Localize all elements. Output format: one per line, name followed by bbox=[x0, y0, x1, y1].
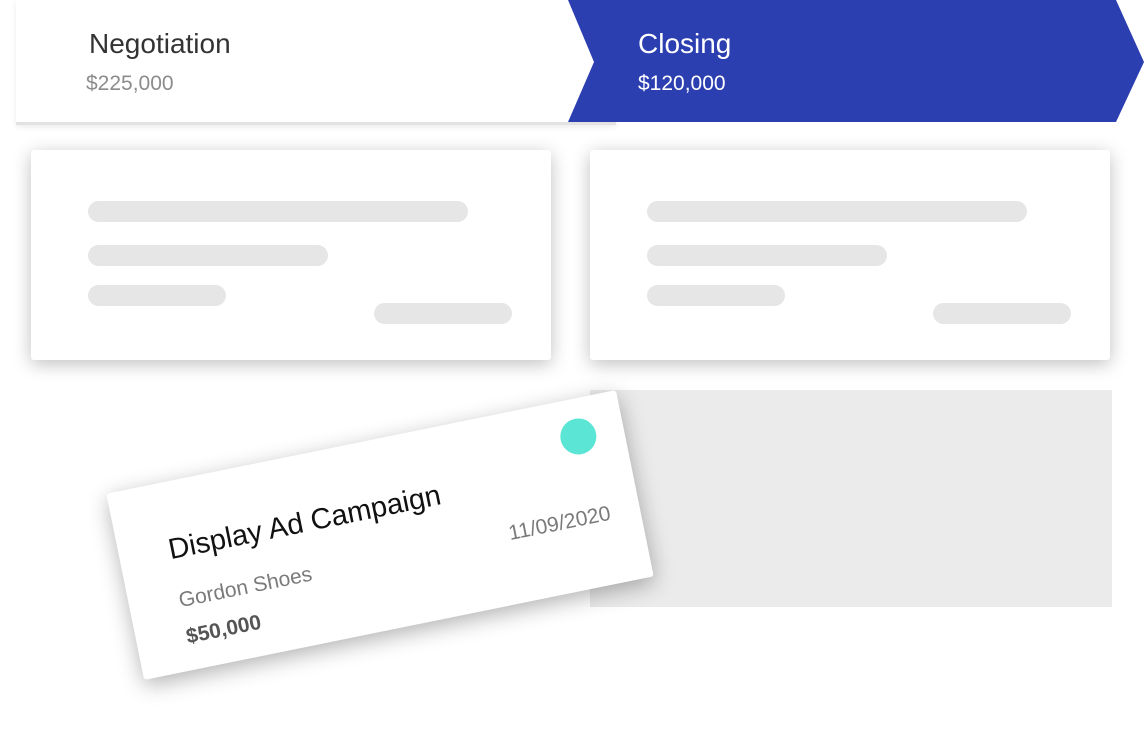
deal-card-placeholder[interactable] bbox=[31, 150, 551, 360]
stage-closing-amount: $120,000 bbox=[638, 72, 726, 95]
skeleton-line bbox=[88, 201, 468, 222]
deal-amount: $50,000 bbox=[184, 610, 264, 649]
deal-company: Gordon Shoes bbox=[176, 562, 315, 613]
skeleton-line bbox=[647, 201, 1027, 222]
skeleton-line bbox=[88, 245, 328, 266]
stage-negotiation-amount: $225,000 bbox=[86, 72, 174, 95]
skeleton-line bbox=[647, 285, 785, 306]
skeleton-line bbox=[647, 245, 887, 266]
skeleton-line bbox=[374, 303, 512, 324]
dragged-deal-card[interactable]: Display Ad Campaign Gordon Shoes $50,000… bbox=[106, 390, 654, 680]
drop-zone[interactable] bbox=[590, 390, 1112, 607]
status-dot-icon bbox=[557, 415, 600, 458]
stage-closing[interactable] bbox=[568, 0, 1144, 122]
skeleton-line bbox=[88, 285, 226, 306]
skeleton-line bbox=[933, 303, 1071, 324]
stage-closing-arrow bbox=[568, 0, 1144, 122]
stage-negotiation[interactable] bbox=[16, 0, 616, 125]
deal-card-placeholder[interactable] bbox=[590, 150, 1110, 360]
stage-negotiation-title: Negotiation bbox=[89, 28, 231, 59]
stage-closing-title: Closing bbox=[638, 28, 732, 59]
deal-date: 11/09/2020 bbox=[506, 501, 613, 546]
deal-title: Display Ad Campaign bbox=[165, 479, 444, 567]
